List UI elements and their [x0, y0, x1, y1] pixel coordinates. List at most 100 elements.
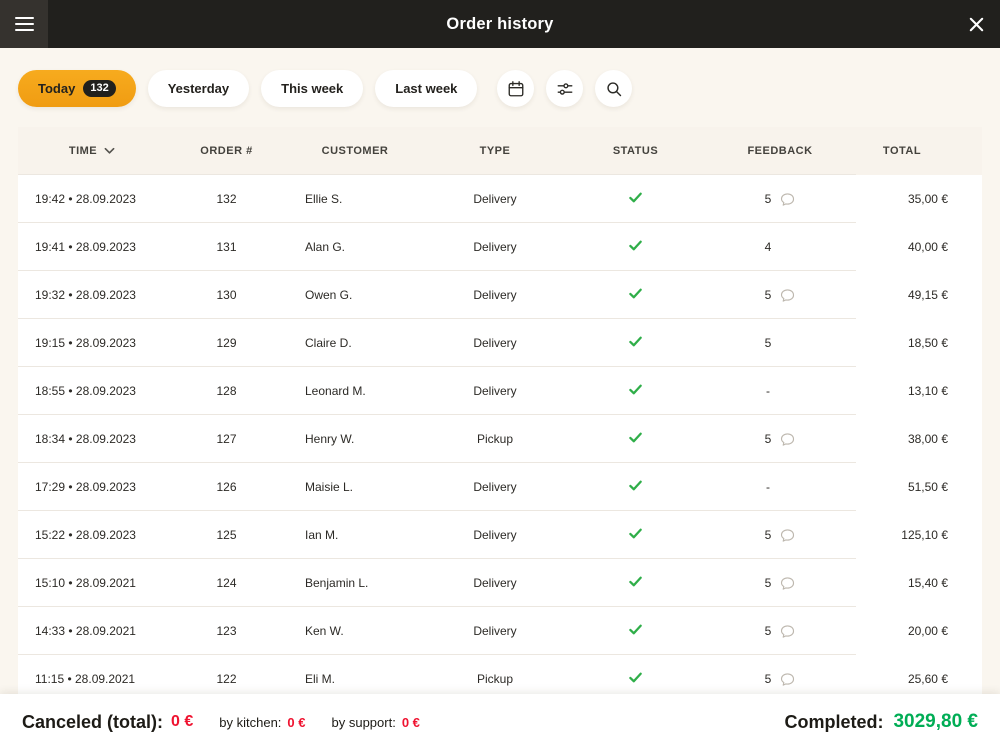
order-total: 51,50 €	[907, 480, 948, 494]
status-check-icon	[629, 384, 642, 395]
order-row[interactable]: 15:22 • 28.09.2023 125 Ian M. Delivery 5…	[18, 511, 982, 559]
order-feedback: 5	[704, 192, 856, 207]
order-row[interactable]: 15:10 • 28.09.2021 124 Benjamin L. Deliv…	[18, 559, 982, 607]
order-status	[567, 238, 704, 256]
order-number: 122	[216, 672, 237, 686]
order-type: Pickup	[476, 432, 514, 446]
completed-label: Completed:	[784, 711, 884, 732]
status-check-icon	[629, 288, 642, 299]
feedback-score: 4	[764, 240, 772, 254]
order-time: 18:55 • 28.09.2023	[35, 384, 136, 398]
order-status	[567, 574, 704, 592]
order-row[interactable]: 19:32 • 28.09.2023 130 Owen G. Delivery …	[18, 271, 982, 319]
order-feedback: -	[704, 384, 856, 399]
order-type: Pickup	[476, 672, 514, 686]
search-icon	[607, 81, 622, 96]
by-support-value: 0 €	[401, 714, 420, 730]
table-header-row: Time Order # Customer Type Status Feedba…	[18, 127, 982, 175]
order-time: 15:22 • 28.09.2023	[35, 528, 136, 542]
order-number: 125	[216, 528, 237, 542]
order-row[interactable]: 18:34 • 28.09.2023 127 Henry W. Pickup 5…	[18, 415, 982, 463]
order-row[interactable]: 18:55 • 28.09.2023 128 Leonard M. Delive…	[18, 367, 982, 415]
order-status	[567, 382, 704, 400]
comment-icon[interactable]	[780, 624, 795, 639]
search-button[interactable]	[595, 70, 633, 107]
order-total: 49,15 €	[907, 288, 948, 302]
order-number: 128	[216, 384, 237, 398]
status-check-icon	[629, 336, 642, 347]
order-feedback: 5	[704, 528, 856, 543]
by-support-label: by support:	[331, 714, 396, 730]
filter-options-button[interactable]	[546, 70, 584, 107]
order-total: 125,10 €	[901, 528, 948, 542]
order-feedback: 5	[704, 288, 856, 303]
filter-tab-label: Today	[38, 81, 76, 96]
canceled-total-value: 0 €	[171, 713, 194, 730]
column-header-status: Status	[612, 145, 659, 157]
summary-bar: Canceled (total): 0 € by kitchen: 0 € by…	[0, 694, 1000, 750]
customer-name: Benjamin L.	[305, 576, 369, 590]
status-check-icon	[629, 528, 642, 539]
completed-value: 3029,80 €	[893, 711, 978, 732]
customer-name: Ellie S.	[305, 192, 343, 206]
order-status	[567, 334, 704, 352]
canceled-total-label: Canceled (total):	[22, 711, 164, 732]
by-kitchen-value: 0 €	[287, 714, 306, 730]
filter-tab-yesterday[interactable]: Yesterday	[147, 70, 250, 107]
column-header-time[interactable]: Time	[18, 145, 166, 157]
order-time: 14:33 • 28.09.2021	[35, 624, 136, 638]
customer-name: Ken W.	[305, 624, 344, 638]
order-total: 25,60 €	[907, 672, 948, 686]
order-total: 18,50 €	[907, 336, 948, 350]
filter-tab-today[interactable]: Today 132	[18, 70, 136, 107]
status-check-icon	[629, 576, 642, 587]
order-feedback: -	[704, 480, 856, 495]
order-table-body: 19:42 • 28.09.2023 132 Ellie S. Delivery…	[18, 175, 982, 703]
column-header-feedback: Feedback	[747, 145, 813, 157]
feedback-score: 5	[764, 528, 772, 542]
close-button[interactable]	[952, 0, 1000, 48]
order-total: 13,10 €	[907, 384, 948, 398]
filter-tab-this-week[interactable]: This week	[261, 70, 364, 107]
comment-icon[interactable]	[780, 576, 795, 591]
filter-tab-last-week[interactable]: Last week	[375, 70, 478, 107]
order-row[interactable]: 14:33 • 28.09.2021 123 Ken W. Delivery 5…	[18, 607, 982, 655]
order-type: Delivery	[473, 288, 517, 302]
order-row[interactable]: 17:29 • 28.09.2023 126 Maisie L. Deliver…	[18, 463, 982, 511]
comment-icon[interactable]	[780, 528, 795, 543]
order-feedback: 5	[704, 672, 856, 687]
order-time: 17:29 • 28.09.2023	[35, 480, 136, 494]
order-number: 124	[216, 576, 237, 590]
feedback-score: 5	[764, 576, 772, 590]
calendar-button[interactable]	[497, 70, 535, 107]
order-number: 132	[216, 192, 237, 206]
order-status	[567, 430, 704, 448]
calendar-icon	[508, 80, 524, 96]
hamburger-menu-button[interactable]	[0, 0, 48, 48]
comment-icon[interactable]	[780, 672, 795, 687]
status-check-icon	[629, 624, 642, 635]
filter-tab-label: This week	[281, 81, 344, 96]
order-row[interactable]: 19:15 • 28.09.2023 129 Claire D. Deliver…	[18, 319, 982, 367]
by-kitchen-label: by kitchen:	[219, 714, 282, 730]
sliders-icon	[557, 82, 573, 95]
column-header-total: Total	[882, 145, 922, 157]
order-feedback: 5	[704, 336, 856, 351]
order-row[interactable]: 19:42 • 28.09.2023 132 Ellie S. Delivery…	[18, 175, 982, 223]
order-number: 127	[216, 432, 237, 446]
page-title: Order history	[446, 14, 554, 33]
feedback-score: 5	[764, 432, 772, 446]
comment-icon[interactable]	[780, 432, 795, 447]
feedback-score: -	[766, 384, 770, 398]
order-status	[567, 478, 704, 496]
feedback-score: -	[766, 480, 770, 494]
order-row[interactable]: 19:41 • 28.09.2023 131 Alan G. Delivery …	[18, 223, 982, 271]
status-check-icon	[629, 192, 642, 203]
filter-tab-label: Last week	[395, 81, 458, 96]
order-status	[567, 286, 704, 304]
comment-icon[interactable]	[780, 192, 795, 207]
status-check-icon	[629, 240, 642, 251]
comment-icon[interactable]	[780, 288, 795, 303]
status-check-icon	[629, 432, 642, 443]
order-number: 131	[216, 240, 237, 254]
